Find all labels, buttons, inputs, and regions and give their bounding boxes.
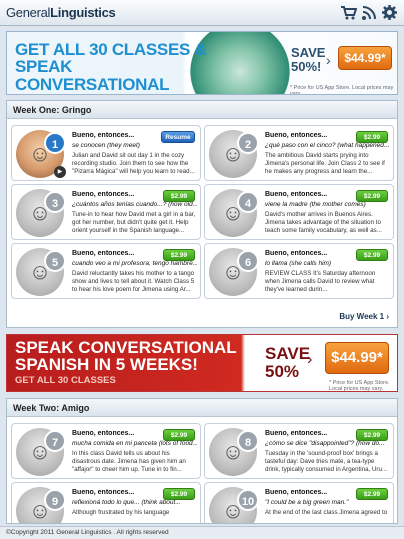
buy-class-button[interactable]: $2.99 bbox=[356, 190, 388, 202]
buy-class-button[interactable]: $2.99 bbox=[163, 488, 195, 500]
buy-week-label: Buy Week 1 bbox=[339, 312, 385, 321]
class-phrase: lo llama (she calls him) bbox=[265, 260, 332, 267]
promo-price-button[interactable]: $44.99* bbox=[338, 46, 392, 70]
logo-general: General bbox=[6, 5, 51, 20]
promo-price-button[interactable]: $44.99* bbox=[325, 342, 389, 374]
class-number-badge: 3 bbox=[44, 191, 66, 213]
class-description: David's mother arrives in Buenos Aires. … bbox=[265, 211, 382, 234]
class-phrase: se conocen (they meet) bbox=[72, 142, 140, 149]
top-bar: GeneralLinguistics bbox=[0, 0, 404, 26]
class-description: The ambitious David starts prying into J… bbox=[265, 152, 385, 175]
class-title: Bueno, entonces... bbox=[265, 250, 328, 257]
chevron-right-icon: › bbox=[386, 312, 389, 321]
class-description: Julian and David sit out day 1 in the co… bbox=[72, 152, 195, 175]
class-title: Bueno, entonces... bbox=[72, 191, 135, 198]
class-number-badge: 10 bbox=[237, 489, 259, 511]
promo-subheadline: GET ALL 30 CLASSES bbox=[15, 375, 116, 386]
promo-banner-top[interactable]: GET ALL 30 CLASSES & SPEAK CONVERSATIONA… bbox=[6, 31, 398, 95]
class-title: Bueno, entonces... bbox=[265, 191, 328, 198]
class-number-badge: 8 bbox=[237, 430, 259, 452]
class-card-8[interactable]: ☺ 8 Bueno, entonces... ¿cómo se dice "di… bbox=[204, 423, 394, 479]
buy-class-button[interactable]: $2.99 bbox=[163, 249, 195, 261]
class-phrase: viene la madre (the mother comes) bbox=[265, 201, 366, 208]
class-card-2[interactable]: ☺ 2 Bueno, entonces... ¿qué paso con el … bbox=[204, 125, 394, 181]
promo-price-note: * Price for US App Store. Local prices m… bbox=[290, 85, 394, 95]
promo-save-text: SAVE 50%! bbox=[291, 45, 326, 74]
class-card-1[interactable]: ☺ 1 ▶ Bueno, entonces... se conocen (the… bbox=[11, 125, 201, 181]
class-card-5[interactable]: ☺ 5 Bueno, entonces... cuando veo a mi p… bbox=[11, 243, 201, 299]
class-phrase: ¿cuántos años tenías cuando...? (how old… bbox=[72, 201, 197, 208]
week-one-section: Week One: Gringo ☺ 1 ▶ Bueno, entonces..… bbox=[6, 100, 398, 328]
copyright-text: ©Copyright 2011 General Linguistics . Al… bbox=[6, 529, 169, 536]
buy-class-button[interactable]: $2.99 bbox=[356, 488, 388, 500]
promo-price-note: * Price for US App Store. Local prices m… bbox=[329, 380, 390, 392]
promo-headline-line2: SPEAK CONVERSATIONAL SPANISH IN 5 WEEKS! bbox=[15, 57, 193, 95]
promo-save-text: SAVE 50% bbox=[265, 344, 311, 381]
buy-class-button[interactable]: $2.99 bbox=[163, 190, 195, 202]
class-title: Bueno, entonces... bbox=[265, 132, 328, 139]
play-icon[interactable]: ▶ bbox=[54, 166, 66, 178]
class-number-badge: 2 bbox=[237, 132, 259, 154]
section-title: Week Two: Amigo bbox=[7, 399, 397, 417]
logo: GeneralLinguistics bbox=[6, 5, 116, 20]
class-number-badge: 5 bbox=[44, 250, 66, 272]
class-card-4[interactable]: ☺ 4 Bueno, entonces... viene la madre (t… bbox=[204, 184, 394, 240]
class-phrase: cuando veo a mi profesora, tengo hambre.… bbox=[72, 260, 197, 267]
buy-class-button[interactable]: $2.99 bbox=[163, 429, 195, 441]
class-description: David reluctantly takes his mother to a … bbox=[72, 270, 195, 293]
class-phrase: mucha comida en mi panceta (lots of food… bbox=[72, 440, 197, 447]
promo-banner-middle[interactable]: SPEAK CONVERSATIONAL SPANISH IN 5 WEEKS!… bbox=[6, 334, 398, 392]
class-description: In this class David tells us about his d… bbox=[72, 450, 186, 473]
buy-class-button[interactable]: $2.99 bbox=[356, 249, 388, 261]
chevron-right-icon: › bbox=[326, 52, 331, 68]
class-card-7[interactable]: ☺ 7 Bueno, entonces... mucha comida en m… bbox=[11, 423, 201, 479]
footer: ©Copyright 2011 General Linguistics . Al… bbox=[0, 526, 404, 539]
class-title: Bueno, entonces... bbox=[72, 132, 135, 139]
cart-icon[interactable] bbox=[340, 4, 358, 21]
class-number-badge: 6 bbox=[237, 250, 259, 272]
buy-class-button[interactable]: $2.99 bbox=[356, 429, 388, 441]
class-title: Bueno, entonces... bbox=[265, 489, 328, 496]
logo-linguistics: Linguistics bbox=[50, 5, 116, 20]
gear-icon[interactable] bbox=[381, 4, 398, 21]
class-description: Although frustrated by his language bbox=[72, 509, 170, 516]
class-phrase: reflexioná todo lo que... (think about..… bbox=[72, 499, 181, 506]
class-number-badge: 1 bbox=[44, 132, 66, 154]
class-title: Bueno, entonces... bbox=[265, 430, 328, 437]
buy-class-button[interactable]: $2.99 bbox=[356, 131, 388, 143]
buy-week-1-link[interactable]: Buy Week 1 › bbox=[339, 312, 389, 321]
class-phrase: ¿qué paso con el cinco? (what happened..… bbox=[265, 142, 390, 149]
promo-headline: SPEAK CONVERSATIONAL SPANISH IN 5 WEEKS! bbox=[15, 338, 237, 374]
class-description: REVIEW CLASS It's Saturday afternoon whe… bbox=[265, 270, 376, 293]
class-phrase: ¿cómo se dice "disappointed"? (how do... bbox=[265, 440, 385, 447]
resume-button[interactable]: Resume bbox=[161, 131, 195, 143]
class-card-9[interactable]: ☺ 9 Bueno, entonces... reflexioná todo l… bbox=[11, 482, 201, 523]
class-number-badge: 9 bbox=[44, 489, 66, 511]
class-phrase: "I could be a big green man." bbox=[265, 499, 349, 506]
section-title: Week One: Gringo bbox=[7, 101, 397, 119]
class-description: Tune-in to hear how David met a girl in … bbox=[72, 211, 196, 234]
class-card-10[interactable]: ☺ 10 Bueno, entonces... "I could be a bi… bbox=[204, 482, 394, 523]
class-number-badge: 7 bbox=[44, 430, 66, 452]
chevron-right-icon: › bbox=[307, 351, 313, 368]
class-description: At the end of the last class Jimena agre… bbox=[265, 509, 388, 516]
week-two-section: Week Two: Amigo ☺ 7 Bueno, entonces... m… bbox=[6, 398, 398, 524]
class-title: Bueno, entonces... bbox=[72, 250, 135, 257]
class-card-6[interactable]: ☺ 6 Bueno, entonces... lo llama (she cal… bbox=[204, 243, 394, 299]
class-number-badge: 4 bbox=[237, 191, 259, 213]
class-title: Bueno, entonces... bbox=[72, 430, 135, 437]
class-card-3[interactable]: ☺ 3 Bueno, entonces... ¿cuántos años ten… bbox=[11, 184, 201, 240]
rss-icon[interactable] bbox=[361, 4, 378, 21]
class-title: Bueno, entonces... bbox=[72, 489, 135, 496]
class-description: Tuesday in the 'sound-proof box' brings … bbox=[265, 450, 388, 473]
